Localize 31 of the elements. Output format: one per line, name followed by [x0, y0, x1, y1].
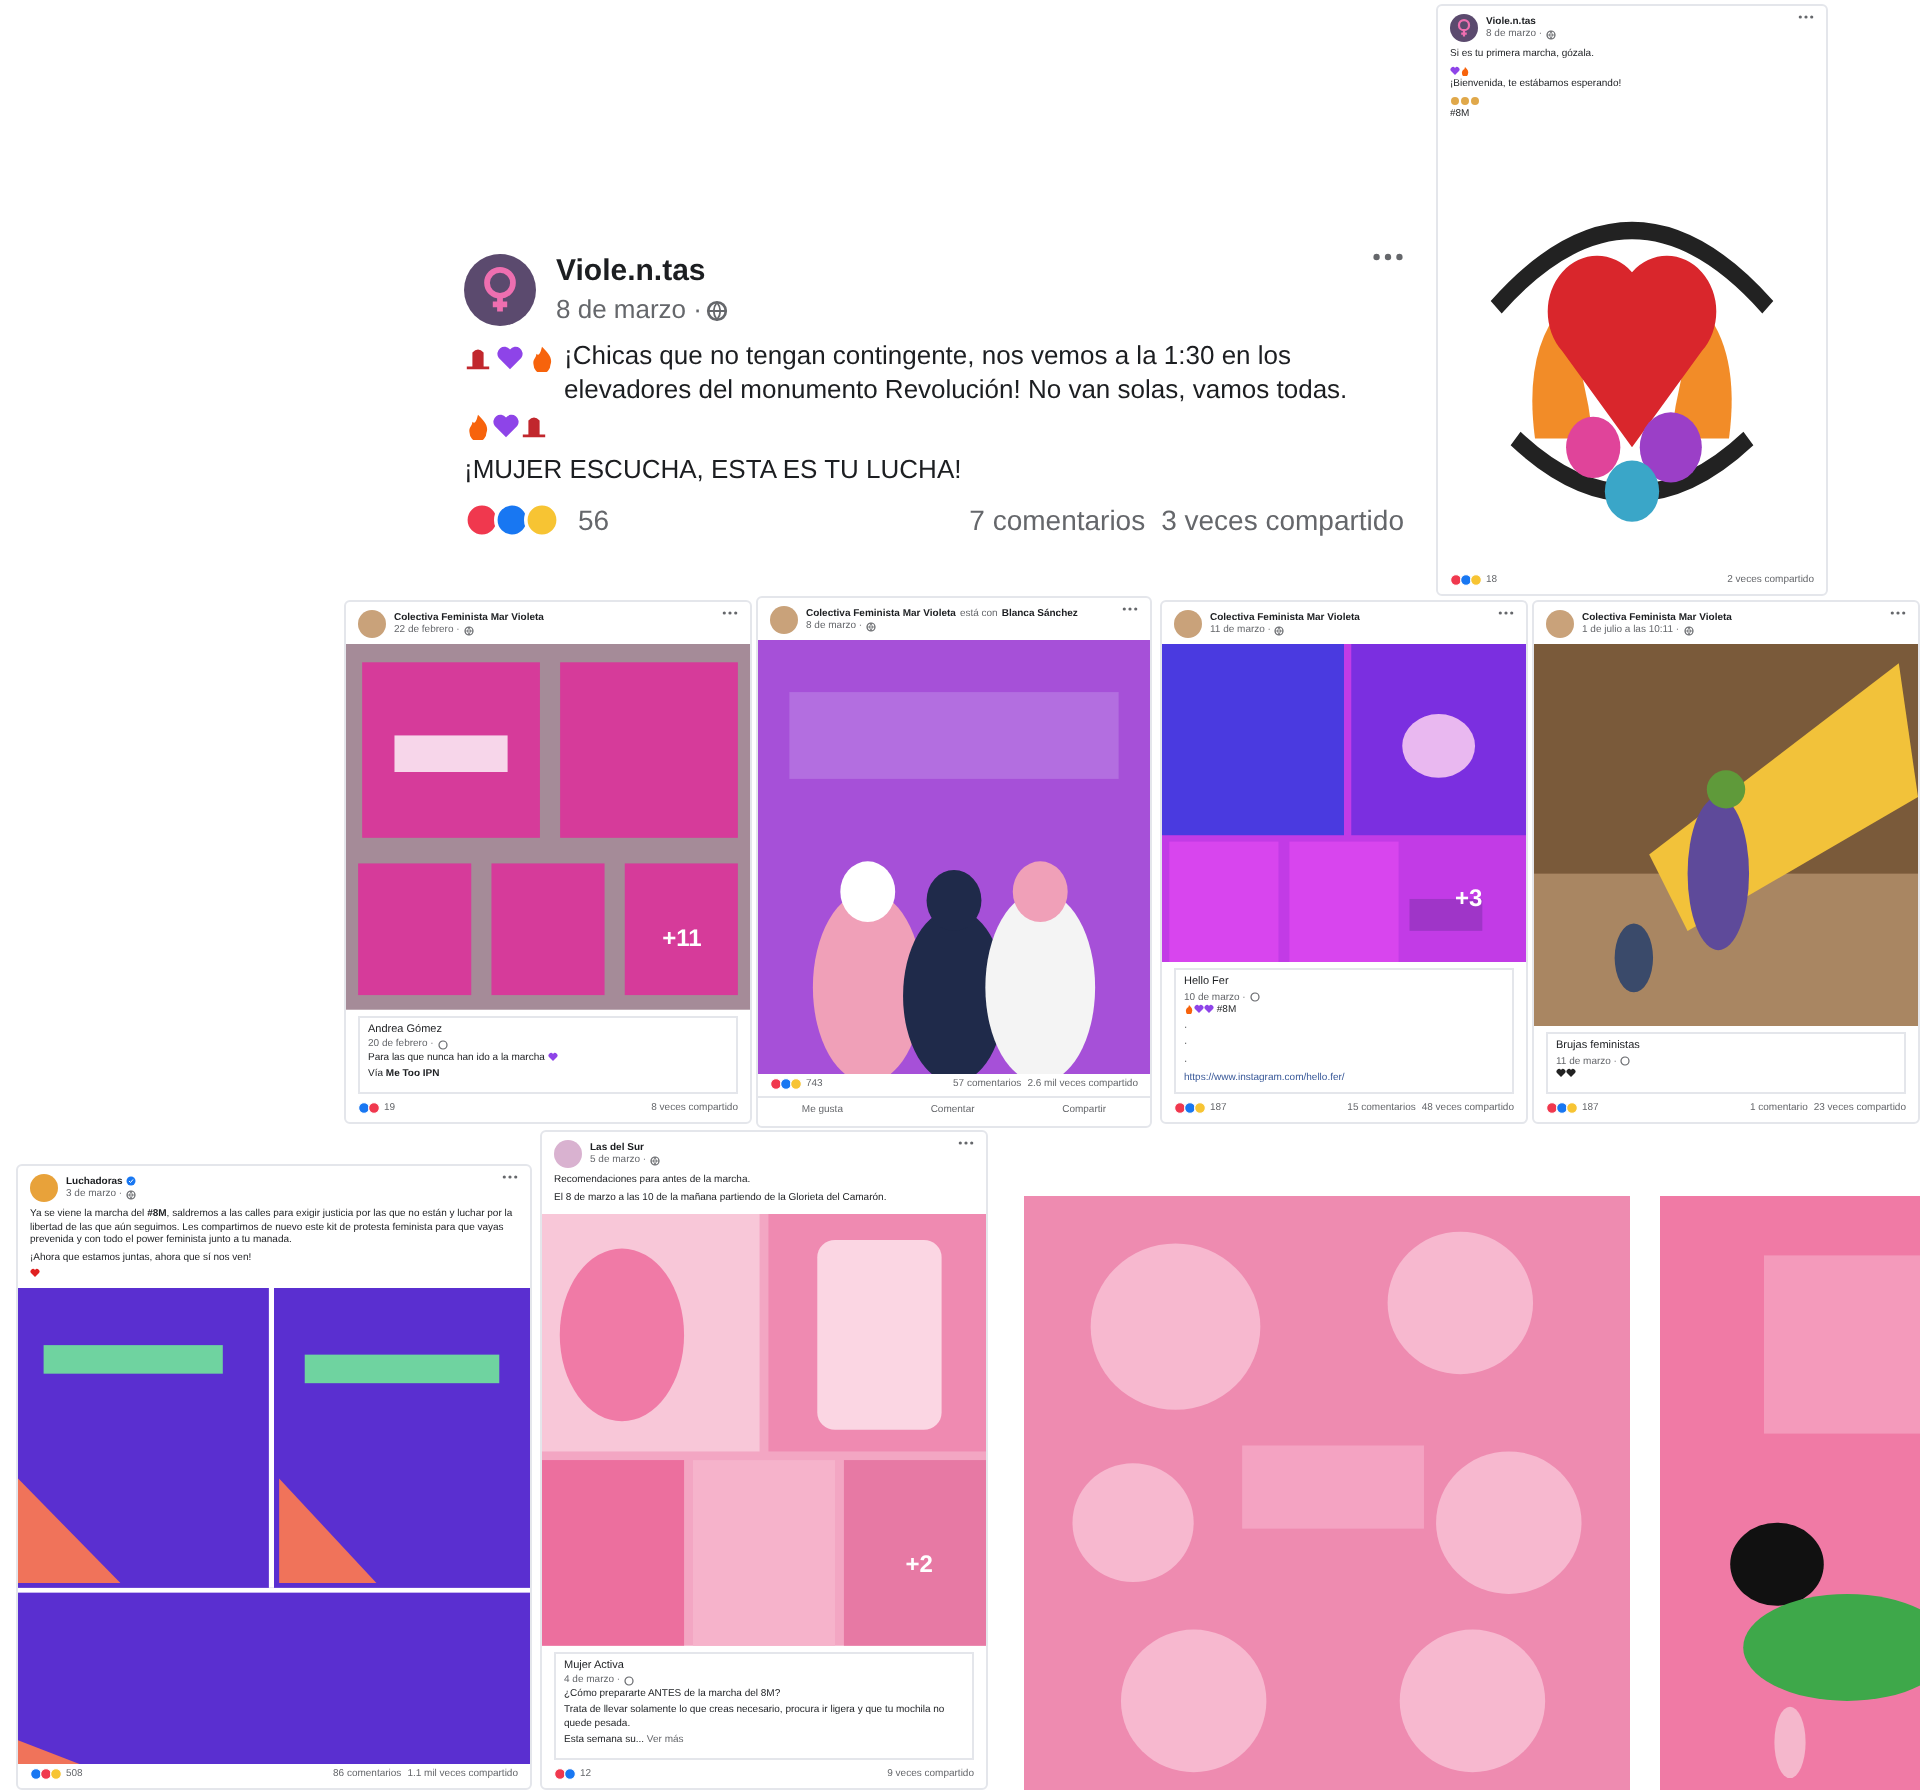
heart-icon [492, 412, 520, 441]
comment-count[interactable]: 7 comentarios [969, 501, 1146, 540]
more-options-button[interactable] [1498, 610, 1514, 616]
more-options-button[interactable] [1798, 14, 1814, 20]
more-options-button[interactable] [958, 1140, 974, 1146]
more-options-button[interactable] [722, 610, 738, 616]
reaction-icon[interactable] [464, 502, 500, 539]
share-count[interactable]: 3 veces compartido [1161, 501, 1404, 540]
more-options-button[interactable] [1372, 252, 1404, 262]
fire-icon [464, 412, 492, 441]
more-options-button[interactable] [1890, 610, 1906, 616]
reaction-icon[interactable] [494, 502, 530, 539]
heart-icon [30, 1268, 40, 1279]
more-options-button[interactable] [1122, 606, 1138, 612]
hat-icon [520, 412, 548, 441]
more-options-button[interactable] [502, 1174, 518, 1180]
post-text: ¡MUJER ESCUCHA, ESTA ES TU LUCHA! [464, 454, 962, 485]
avatar-icon[interactable] [464, 253, 536, 326]
post-date[interactable]: 8 de marzo · [556, 292, 702, 328]
fire-icon [528, 343, 556, 372]
heart-icon [547, 1051, 558, 1062]
more-photos-count[interactable]: +3 [1454, 883, 1483, 915]
fire-icon [1184, 1004, 1194, 1015]
avatar-icon[interactable] [1450, 14, 1478, 42]
more-photos-count[interactable]: +11 [662, 923, 702, 955]
author-name[interactable]: Viole.n.tas [556, 252, 706, 293]
fire-icon [1460, 65, 1470, 76]
post-text: ¡Chicas que no tengan contingente, nos vemos a la 1:30 en los elevadores del monumento Revolución! No van solas, vamos todas. [564, 337, 1350, 408]
reaction-count[interactable]: 56 [578, 501, 610, 540]
heart-icon [496, 343, 524, 372]
heart-icon [1450, 65, 1460, 76]
